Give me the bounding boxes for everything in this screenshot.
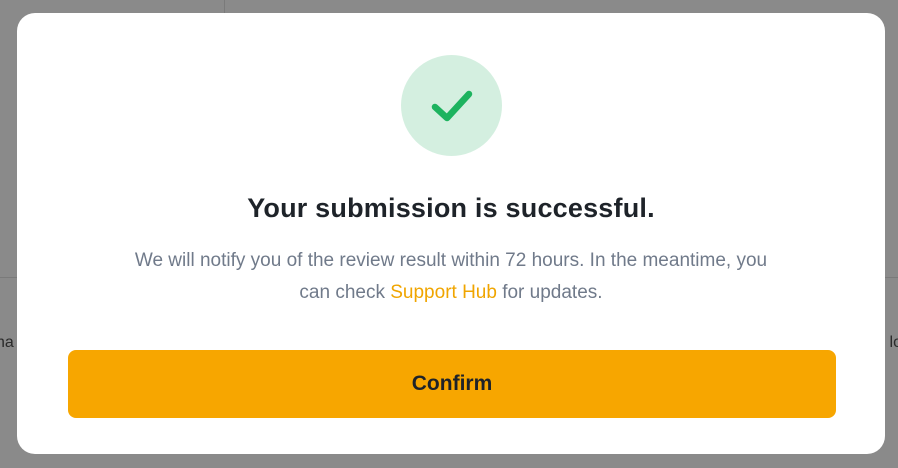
support-hub-link[interactable]: Support Hub [390,282,497,303]
background-text-fragment: lo [889,334,898,351]
background-divider [884,277,898,278]
modal-backdrop[interactable]: ha lo Your submission is successful. We … [0,0,898,468]
background-text-fragment: ha [0,334,14,351]
background-divider [0,277,18,278]
checkmark-icon [431,90,472,121]
dialog-message-line: We will notify you of the review result … [134,250,768,271]
dialog-message: We will notify you of the review result … [67,245,835,309]
dialog-title: Your submission is successful. [247,193,655,223]
background-divider [224,0,225,14]
success-dialog: Your submission is successful. We will n… [17,13,885,454]
dialog-message-line: can check Support Hub for updates. [67,277,835,309]
success-icon-badge [401,55,502,156]
confirm-button[interactable]: Confirm [68,350,836,418]
dialog-message-suffix: for updates. [496,282,603,303]
dialog-message-prefix: can check [299,282,391,303]
